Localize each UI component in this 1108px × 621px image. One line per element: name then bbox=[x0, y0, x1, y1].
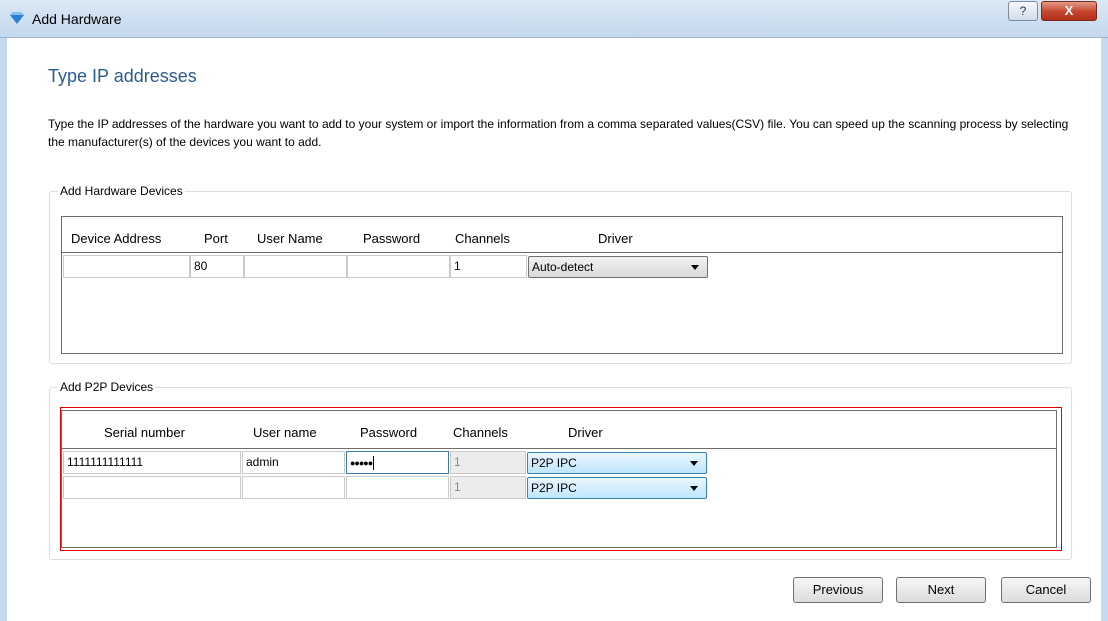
driver-select-value: P2P IPC bbox=[531, 481, 577, 495]
header-channels[interactable]: Channels bbox=[453, 425, 508, 440]
port-field[interactable]: 80 bbox=[190, 255, 244, 278]
header-password[interactable]: Password bbox=[363, 231, 420, 246]
header-channels[interactable]: Channels bbox=[455, 231, 510, 246]
header-driver[interactable]: Driver bbox=[598, 231, 633, 246]
window-titlebar: Add Hardware ? X bbox=[0, 0, 1108, 38]
channels-field: 1 bbox=[450, 451, 526, 474]
password-mask: ●●●●● bbox=[350, 458, 373, 468]
header-user-name[interactable]: User name bbox=[253, 425, 317, 440]
chevron-down-icon bbox=[690, 461, 698, 466]
app-diamond-icon bbox=[10, 12, 24, 24]
close-button[interactable]: X bbox=[1041, 1, 1097, 21]
user-name-field[interactable] bbox=[242, 476, 345, 499]
channels-field[interactable]: 1 bbox=[450, 255, 527, 278]
driver-select-value: P2P IPC bbox=[531, 456, 577, 470]
header-port[interactable]: Port bbox=[204, 231, 228, 246]
serial-number-field[interactable] bbox=[63, 476, 241, 499]
help-button[interactable]: ? bbox=[1008, 1, 1038, 21]
driver-select[interactable]: P2P IPC bbox=[527, 477, 707, 499]
serial-number-field[interactable]: 1111111111111 bbox=[63, 451, 241, 474]
cancel-button[interactable]: Cancel bbox=[1001, 577, 1091, 603]
p2p-devices-legend: Add P2P Devices bbox=[60, 380, 154, 394]
header-serial-number[interactable]: Serial number bbox=[104, 425, 185, 440]
chevron-down-icon bbox=[691, 265, 699, 270]
hardware-devices-legend: Add Hardware Devices bbox=[60, 184, 183, 198]
header-device-address[interactable]: Device Address bbox=[71, 231, 161, 246]
user-name-field[interactable]: admin bbox=[242, 451, 345, 474]
header-divider bbox=[62, 252, 1062, 253]
text-caret bbox=[373, 455, 375, 470]
driver-select-value: Auto-detect bbox=[532, 260, 594, 274]
header-password[interactable]: Password bbox=[360, 425, 417, 440]
chevron-down-icon bbox=[690, 486, 698, 491]
driver-select[interactable]: Auto-detect bbox=[528, 256, 708, 278]
header-divider bbox=[62, 448, 1056, 449]
window-frame-left bbox=[0, 38, 7, 621]
header-user-name[interactable]: User Name bbox=[257, 231, 323, 246]
channels-field: 1 bbox=[450, 476, 526, 499]
p2p-devices-table: Serial number User name Password Channel… bbox=[61, 410, 1057, 548]
user-name-field[interactable] bbox=[244, 255, 347, 278]
window-frame-right bbox=[1101, 38, 1108, 621]
next-button[interactable]: Next bbox=[896, 577, 986, 603]
password-field[interactable] bbox=[347, 255, 450, 278]
driver-select[interactable]: P2P IPC bbox=[527, 452, 707, 474]
window-title: Add Hardware bbox=[32, 11, 122, 27]
page-title: Type IP addresses bbox=[48, 66, 197, 86]
device-address-field[interactable] bbox=[63, 255, 190, 278]
intro-text: Type the IP addresses of the hardware yo… bbox=[48, 117, 1069, 149]
password-field[interactable]: ●●●●● bbox=[346, 451, 449, 474]
hardware-devices-table: Device Address Port User Name Password C… bbox=[61, 216, 1063, 354]
password-field[interactable] bbox=[346, 476, 449, 499]
previous-button[interactable]: Previous bbox=[793, 577, 883, 603]
header-driver[interactable]: Driver bbox=[568, 425, 603, 440]
